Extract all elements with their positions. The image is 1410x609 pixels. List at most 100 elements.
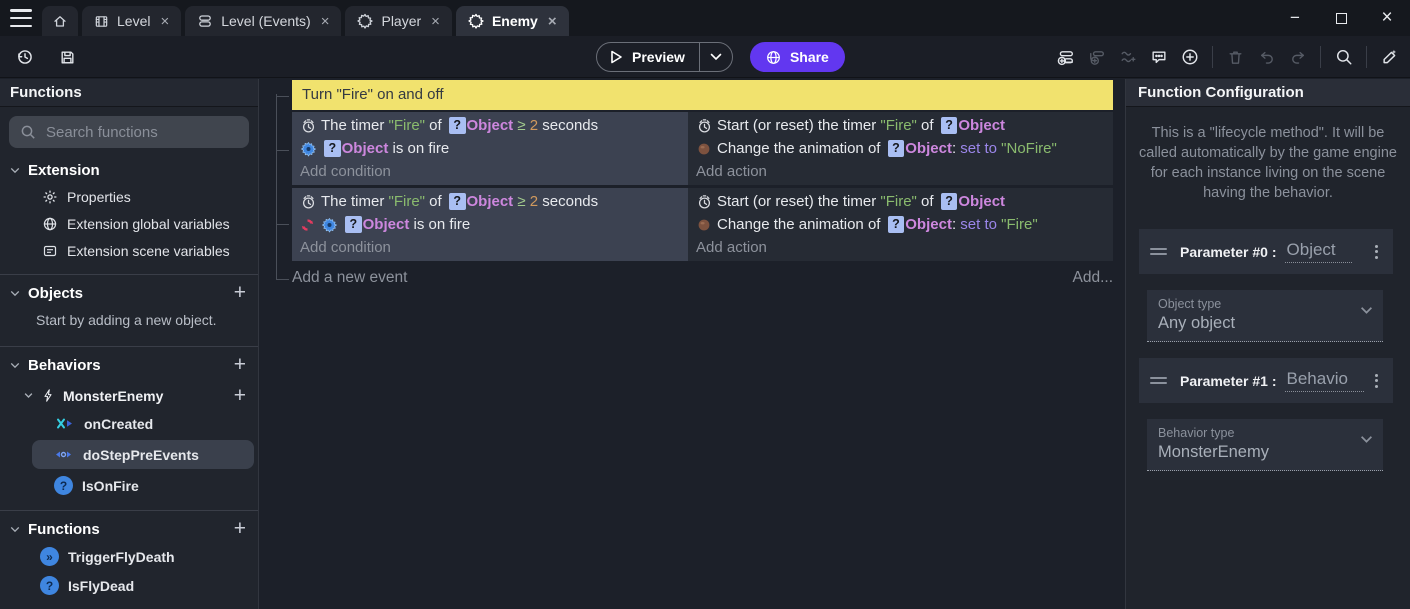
close-tab-icon[interactable]: ×: [321, 13, 330, 30]
delete-icon[interactable]: [1223, 45, 1248, 69]
tab-level-events[interactable]: Level (Events)×: [185, 6, 341, 36]
param-badge: ?: [888, 216, 905, 233]
actions-column: Start (or reset) the timer "Fire" of ?Ob…: [688, 112, 1113, 185]
anim-icon: [696, 141, 713, 157]
tab-player[interactable]: Player×: [345, 6, 451, 36]
parameter-row-1: Parameter #1 : Behavio: [1139, 358, 1393, 403]
sidebar-item-oncreated[interactable]: onCreated: [0, 409, 258, 438]
sidebar-item-properties[interactable]: Properties: [0, 183, 258, 210]
preview-dropdown-button[interactable]: [699, 43, 732, 71]
save-icon[interactable]: [55, 45, 80, 69]
sidebar-item-dostepreevents[interactable]: doStepPreEvents: [32, 440, 254, 469]
condition-line[interactable]: ?Object is on fire: [292, 213, 688, 236]
tab-enemy[interactable]: Enemy×: [456, 6, 569, 36]
toolbar-center: Preview Share: [596, 42, 845, 72]
condition-line[interactable]: The timer "Fire" of ?Object ≥ 2 seconds: [292, 190, 688, 213]
globe-icon: [42, 216, 58, 232]
add-link-event-icon[interactable]: [1115, 45, 1140, 69]
add-object-button[interactable]: +: [234, 284, 246, 302]
event-tree-guide: [276, 94, 277, 279]
add-action-link[interactable]: Add action: [688, 236, 1113, 259]
title-bar: Level×Level (Events)×Player×Enemy× − ×: [0, 0, 1410, 36]
more-options-icon[interactable]: [1371, 370, 1382, 392]
param-badge: ?: [324, 140, 341, 157]
main-menu-icon[interactable]: [10, 9, 32, 27]
toolbar-right-icons: [1053, 45, 1402, 69]
not-icon: [300, 217, 317, 233]
search-icon[interactable]: [1331, 45, 1356, 69]
minimize-window-button[interactable]: −: [1272, 0, 1318, 36]
functions-panel: Functions Search functions Extension Pro…: [0, 79, 259, 609]
param-badge: ?: [449, 117, 466, 134]
add-function-button[interactable]: +: [234, 520, 246, 538]
toolbar-divider: [1320, 46, 1321, 68]
param-badge: ?: [345, 216, 362, 233]
parameter-name-input[interactable]: Behavio: [1285, 369, 1364, 392]
drag-handle-icon[interactable]: [1150, 248, 1167, 255]
add-action-link[interactable]: Add action: [688, 160, 1113, 183]
tab-level[interactable]: Level×: [82, 6, 181, 36]
toolbar-divider: [1366, 46, 1367, 68]
sidebar-item-extension-global-variables[interactable]: Extension global variables: [0, 210, 258, 237]
condition-line[interactable]: The timer "Fire" of ?Object ≥ 2 seconds: [292, 114, 688, 137]
history-icon[interactable]: [12, 45, 37, 69]
condition-line[interactable]: ?Object is on fire: [292, 137, 688, 160]
param-badge: ?: [941, 117, 958, 134]
action-line[interactable]: Change the animation of ?Object: set to …: [688, 213, 1113, 236]
action-line[interactable]: Start (or reset) the timer "Fire" of ?Ob…: [688, 190, 1113, 213]
sidebar-item-triggerflydeath[interactable]: » TriggerFlyDeath: [0, 542, 258, 571]
chevron-down-icon: [10, 362, 20, 369]
sidebar-item-isonfire[interactable]: ? IsOnFire: [0, 471, 258, 500]
add-condition-link[interactable]: Add condition: [292, 160, 688, 183]
lifecycle-description: This is a "lifecycle method". It will be…: [1139, 123, 1397, 203]
function-configuration-panel: Function Configuration This is a "lifecy…: [1125, 79, 1410, 609]
add-event-icon[interactable]: [1053, 45, 1078, 69]
parameter-name-input[interactable]: Object: [1285, 240, 1352, 263]
share-button[interactable]: Share: [750, 42, 845, 72]
maximize-window-button[interactable]: [1318, 0, 1364, 36]
add-condition-link[interactable]: Add condition: [292, 236, 688, 259]
tab-bar: Level×Level (Events)×Player×Enemy×: [42, 6, 569, 36]
action-line[interactable]: Change the animation of ?Object: set to …: [688, 137, 1113, 160]
toolbar-divider: [1212, 46, 1213, 68]
maximize-icon: [1336, 13, 1347, 24]
add-more-link[interactable]: Add...: [1073, 269, 1114, 287]
do-step-icon: [53, 448, 74, 461]
close-tab-icon[interactable]: ×: [431, 13, 440, 30]
object-type-select[interactable]: Object type Any object: [1147, 290, 1383, 342]
sidebar-item-extension-scene-variables[interactable]: Extension scene variables: [0, 237, 258, 264]
event-comment[interactable]: Turn "Fire" on and off: [292, 80, 1113, 110]
section-objects[interactable]: Objects +: [0, 274, 258, 306]
add-other-event-icon[interactable]: [1177, 45, 1202, 69]
chevron-down-icon: [10, 290, 20, 297]
add-behavior-function-button[interactable]: +: [234, 387, 246, 405]
add-new-event-link[interactable]: Add a new event: [292, 269, 407, 287]
close-tab-icon[interactable]: ×: [160, 13, 169, 30]
section-extension[interactable]: Extension: [0, 158, 258, 183]
gear-icon: [42, 189, 58, 205]
section-functions[interactable]: Functions +: [0, 510, 258, 542]
sidebar-item-isflydead[interactable]: ? IsFlyDead: [0, 571, 258, 600]
search-functions-input[interactable]: Search functions: [9, 116, 249, 148]
behavior-type-select[interactable]: Behavior type MonsterEnemy: [1147, 419, 1383, 471]
param-badge: ?: [449, 193, 466, 210]
function-badge-icon: ?: [54, 476, 73, 495]
minimize-icon: −: [1290, 8, 1300, 28]
section-behaviors[interactable]: Behaviors +: [0, 346, 258, 378]
add-comment-icon[interactable]: [1146, 45, 1171, 69]
add-behavior-button[interactable]: +: [234, 356, 246, 374]
add-subevent-icon[interactable]: [1084, 45, 1109, 69]
tab-home[interactable]: [42, 6, 78, 36]
redo-icon[interactable]: [1285, 45, 1310, 69]
action-line[interactable]: Start (or reset) the timer "Fire" of ?Ob…: [688, 114, 1113, 137]
drag-handle-icon[interactable]: [1150, 377, 1167, 384]
actions-column: Start (or reset) the timer "Fire" of ?Ob…: [688, 188, 1113, 261]
panel-title: Functions: [0, 79, 258, 107]
behavior-monsterenemy[interactable]: MonsterEnemy +: [0, 382, 258, 409]
undo-icon[interactable]: [1254, 45, 1279, 69]
more-options-icon[interactable]: [1371, 241, 1382, 263]
edit-extension-icon[interactable]: [1377, 45, 1402, 69]
close-window-button[interactable]: ×: [1364, 0, 1410, 36]
close-tab-icon[interactable]: ×: [548, 13, 557, 30]
preview-button[interactable]: Preview: [596, 42, 733, 72]
